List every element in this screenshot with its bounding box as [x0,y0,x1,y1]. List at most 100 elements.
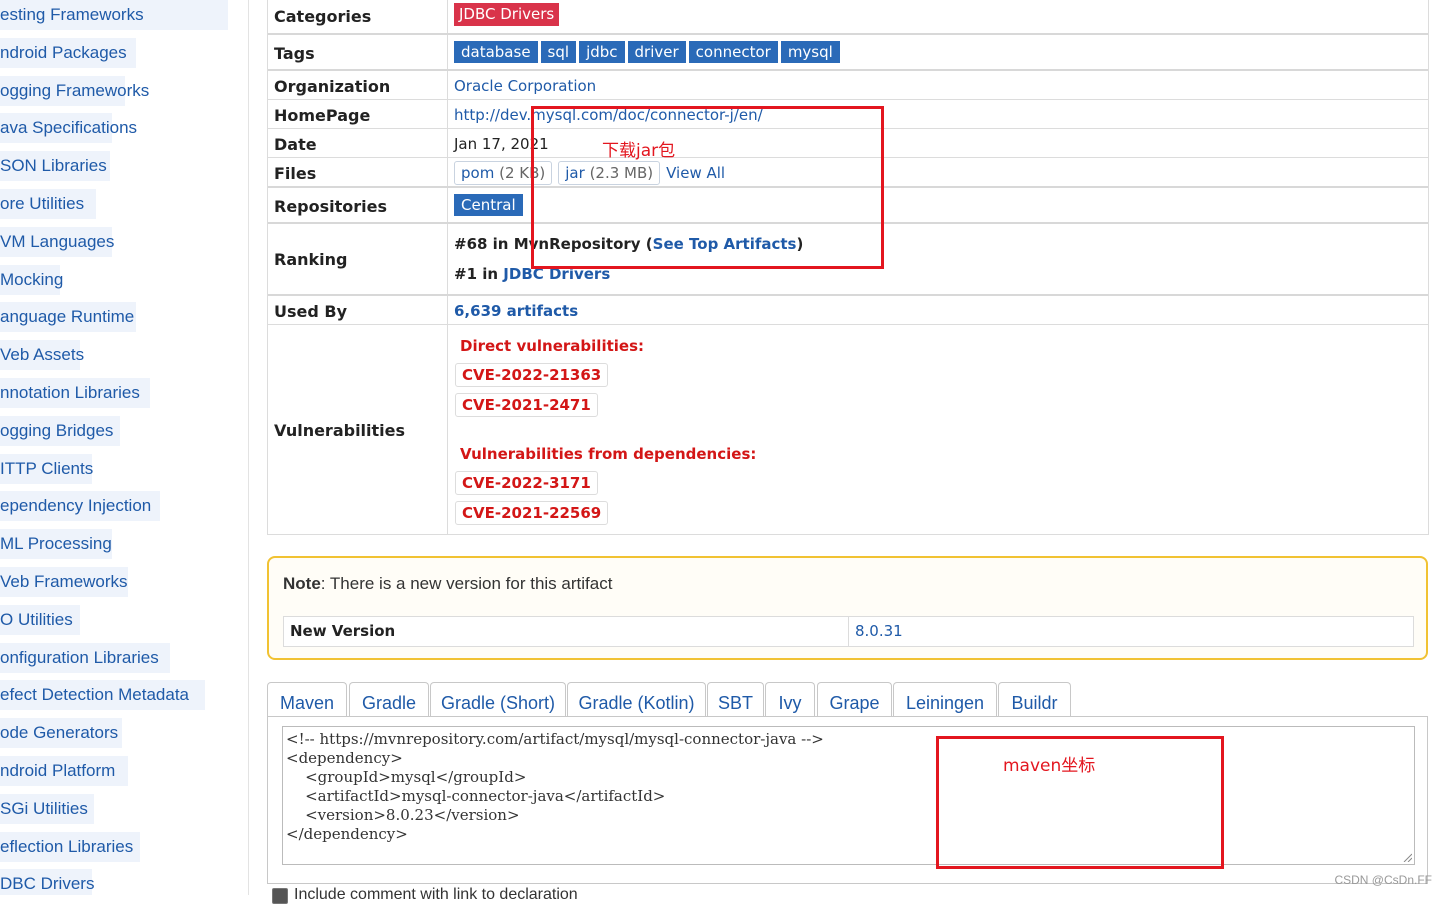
sidebar-category-link[interactable]: onfiguration Libraries [0,642,248,673]
sidebar-item-label: onfiguration Libraries [0,647,159,667]
tag-badge[interactable]: jdbc [579,41,625,63]
dependency-vulnerabilities-heading: Vulnerabilities from dependencies: [460,445,757,463]
vulnerabilities-label: Vulnerabilities [274,421,406,440]
sidebar-category-link[interactable]: ITTP Clients [0,453,248,484]
sidebar-category-link[interactable]: efect Detection Metadata [0,680,248,711]
sidebar-item-label: ITTP Clients [0,458,94,478]
sidebar-category-link[interactable]: ava Specifications [0,113,248,144]
categories-value[interactable]: JDBC Drivers [454,3,560,26]
sidebar-category-link[interactable]: SGi Utilities [0,793,248,824]
repositories-value: Central [454,194,526,216]
sidebar-category-link[interactable]: SON Libraries [0,151,248,182]
sidebar-item-label: eflection Libraries [0,836,134,856]
sidebar-item-label: ogging Bridges [0,420,114,440]
sidebar-item-label: ML Processing [0,534,112,554]
categories-label: Categories [274,7,372,26]
annotation-maven-coords: maven坐标 [1003,756,1096,776]
sidebar-item-label: anguage Runtime [0,307,135,327]
new-version-note: Note: There is a new version for this ar… [267,556,1428,660]
tab-grape[interactable]: Grape [817,682,892,716]
tag-badge[interactable]: mysql [780,41,840,63]
sidebar-category-link[interactable]: ML Processing [0,529,248,560]
tag-badge[interactable]: connector [688,41,778,63]
annotation-download-jar: 下载jar包 [602,141,676,161]
used-by-label: Used By [274,302,348,321]
date-label: Date [274,135,317,154]
sidebar-category-link[interactable]: ore Utilities [0,189,248,219]
used-by-link[interactable]: 6,639 artifacts [454,302,578,320]
repository-badge[interactable]: Central [454,194,523,216]
direct-vulnerabilities-heading: Direct vulnerabilities: [460,337,644,355]
watermark: CSDN @CsDn.FF [1334,873,1432,887]
cve-direct-1[interactable]: CVE-2022-21363 [455,363,609,387]
new-version-label: New Version [290,622,396,640]
resize-handle-icon[interactable] [1402,852,1412,862]
cve-direct-2[interactable]: CVE-2021-2471 [455,393,598,417]
tab-gradle[interactable]: Gradle [349,682,429,716]
tab-buildr[interactable]: Buildr [998,682,1071,716]
tab-ivy[interactable]: Ivy [765,682,815,716]
sidebar-item-label: SON Libraries [0,156,107,176]
tab-gradle-short[interactable]: Gradle (Short) [430,682,566,716]
sidebar-item-label: ore Utilities [0,194,85,213]
cve-dependency-2[interactable]: CVE-2021-22569 [455,501,609,525]
sidebar-category-link[interactable]: Veb Frameworks [0,567,248,597]
sidebar-category-link[interactable]: ndroid Platform [0,756,248,786]
sidebar-item-label: DBC Drivers [0,874,95,894]
sidebar-item-label: ndroid Platform [0,761,116,780]
include-comment-checkbox[interactable] [272,888,288,904]
row-organization: Organization Oracle Corporation [268,71,1428,100]
dependency-snippet-panel: <!-- https://mvnrepository.com/artifact/… [267,716,1428,884]
sidebar-category-link[interactable]: DBC Drivers [0,869,248,895]
dependency-snippet-text[interactable]: <!-- https://mvnrepository.com/artifact/… [286,730,824,844]
new-version-divider [848,617,849,646]
ranking-label: Ranking [274,250,348,269]
organization-label: Organization [274,77,391,96]
tag-badge[interactable]: sql [540,41,577,63]
category-badge[interactable]: JDBC Drivers [454,3,560,26]
sidebar-item-label: efect Detection Metadata [0,685,190,705]
sidebar-item-label: ogging Frameworks [0,80,150,100]
annotation-box-download [531,106,884,269]
new-version-table: New Version 8.0.31 [283,616,1414,647]
sidebar-category-link[interactable]: ogging Bridges [0,415,248,446]
tags-list: database sql jdbc driver connector mysql [454,41,843,63]
tab-gradle-kotlin[interactable]: Gradle (Kotlin) [567,682,706,716]
row-vulnerabilities: Vulnerabilities Direct vulnerabilities: … [268,325,1428,533]
pom-name: pom [461,164,495,182]
row-used-by: Used By 6,639 artifacts [268,296,1428,325]
sidebar-category-link[interactable]: Mocking [0,264,248,295]
sidebar-category-link[interactable]: ode Generators [0,718,248,749]
sidebar-category-link[interactable]: ependency Injection [0,491,248,522]
sidebar-item-label: Veb Assets [0,345,85,365]
new-version-link[interactable]: 8.0.31 [855,622,903,640]
homepage-label: HomePage [274,106,371,125]
note-text: Note: There is a new version for this ar… [283,574,612,594]
sidebar-category-link[interactable]: ogging Frameworks [0,75,248,106]
sidebar-category-link[interactable]: eflection Libraries [0,831,248,862]
sidebar-category-link[interactable]: Veb Assets [0,340,248,371]
sidebar-category-link[interactable]: nnotation Libraries [0,378,248,408]
tag-badge[interactable]: driver [627,41,686,63]
sidebar-item-label: ava Specifications [0,118,138,138]
sidebar-item-label: Mocking [0,269,64,289]
tab-maven[interactable]: Maven [267,682,347,718]
sidebar-item-label: VM Languages [0,231,115,251]
note-message: : There is a new version for this artifa… [320,574,613,593]
sidebar-category-link[interactable]: anguage Runtime [0,302,248,333]
organization-link[interactable]: Oracle Corporation [454,77,596,95]
tab-leiningen[interactable]: Leiningen [893,682,997,716]
sidebar-category-link[interactable]: O Utilities [0,604,248,635]
sidebar-category-link[interactable]: esting Frameworks [0,0,248,30]
sidebar-category-link[interactable]: VM Languages [0,226,248,257]
tab-sbt[interactable]: SBT [707,682,764,716]
cve-dependency-1[interactable]: CVE-2022-3171 [455,471,598,495]
tags-label: Tags [274,44,315,63]
sidebar-item-label: ependency Injection [0,496,152,516]
tag-badge[interactable]: database [454,41,538,63]
sidebar-item-label: ode Generators [0,723,119,743]
sidebar-category-link[interactable]: ndroid Packages [0,37,248,68]
dependency-snippet-textarea[interactable]: <!-- https://mvnrepository.com/artifact/… [282,726,1415,865]
category-sidebar: esting Frameworks ndroid Packages ogging F… [0,0,249,895]
sidebar-item-label: ndroid Packages [0,42,127,62]
